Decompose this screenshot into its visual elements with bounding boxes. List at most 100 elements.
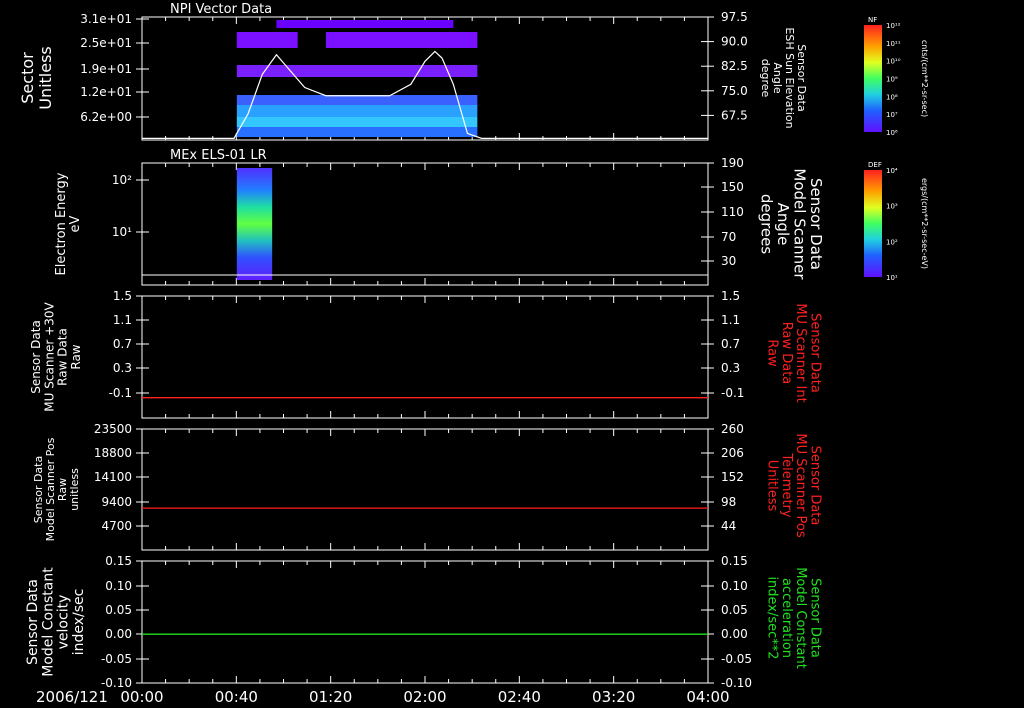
right-axis-label-line: degrees [757,194,775,255]
panel-frame [141,162,709,286]
y-tick-label: 23500 [94,422,132,436]
right-y-tick-label: 1.1 [721,313,740,327]
left-axis-label: Sensor DataModel Scanner PosRawunitless [32,437,81,541]
left-axis-label: Sensor DataMU Scanner +30VRaw DataRaw [29,302,83,412]
colorbar-tick: 10² [886,238,898,246]
panel-5: 0.150.100.050.00-0.05-0.100.150.100.050.… [25,554,823,690]
right-y-tick-label: 260 [721,422,744,436]
right-y-tick-label: 150 [721,180,744,194]
y-tick-label: 2.5e+01 [80,36,132,50]
right-y-tick-label: 110 [721,205,744,219]
right-axis-label-line: acceleration [779,578,794,658]
colorbar-tick: 10³ [886,203,898,211]
left-axis-label-line: Sensor Data [32,456,45,523]
colorbar-nf: NF 10¹² 10¹¹ 10¹⁰ 10⁹ 10⁸ 10⁷ 10⁶ cnts/(cm**2-sr… [864,16,929,137]
right-y-tick-label: 0.7 [721,337,740,351]
left-axis-label-line: Unitless [36,46,55,110]
right-axis-label: Sensor DataESH Sun ElevationAngledegree [759,27,808,128]
colorbar-tick: 10⁸ [886,93,898,101]
y-tick-label: 1.2e+01 [80,85,132,99]
y-tick-label: 14100 [94,470,132,484]
right-axis-label-line: degree [759,59,772,98]
y-tick-label: -0.1 [109,386,132,400]
left-axis-label: Sensor DataModel Constantvelocityindex/s… [25,567,87,677]
right-axis-label-line: Raw [765,339,780,367]
right-axis-label-line: Sensor Data [807,446,822,526]
left-axis-label-line: Sector [18,52,37,104]
left-axis-label-line: unitless [68,468,81,511]
right-y-tick-label: 1.5 [721,289,740,303]
left-axis-label-line: index/sec [71,589,87,656]
right-y-tick-label: 67.5 [721,108,748,122]
colorbar-def: DEF 10⁴ 10³ 10² 10¹ ergs/(cm**2-sr-sec-eV) [864,161,929,282]
y-tick-label: 1.1 [113,313,132,327]
right-y-tick-label: 190 [721,156,744,170]
colorbar-units-line: ergs/(cm**2-sr-sec-eV) [920,178,929,269]
right-axis-label-line: Telemetry [779,452,794,517]
y-tick-label: 0.10 [105,579,132,593]
right-axis-label-line: Unitless [765,460,780,512]
right-y-tick-label: 70 [721,230,736,244]
panel-title: NPI Vector Data [170,2,272,17]
right-axis-label: Sensor DataMU Scanner PosTelemetryUnitle… [765,433,823,538]
right-y-tick-label: 206 [721,446,744,460]
right-axis-label-line: Angle [771,62,784,94]
left-axis-label-line: Raw [69,344,83,369]
y-tick-label: 1.5 [113,289,132,303]
right-y-tick-label: 0.3 [721,361,740,375]
right-y-tick-label: 82.5 [721,59,748,73]
right-y-tick-label: 0.15 [721,554,748,568]
time-tick-label: 00:40 [215,688,258,706]
colorbar-tick: 10⁶ [886,129,898,137]
left-axis-label-line: Sensor Data [29,320,43,394]
time-tick-label: 02:00 [403,688,446,706]
right-y-tick-label: 152 [721,470,744,484]
y-tick-label: 10¹ [112,225,132,239]
date-label: 2006/121 [36,688,108,706]
left-axis-label: Electron EnergyeV [54,172,83,275]
right-axis-label-line: MU Scanner Int [793,303,808,402]
right-axis-label-line: Sensor Data [807,313,822,393]
colorbar-units: cnts/(cm**2-sr-sec) [920,40,929,117]
panel-2: MEx ELS-01 LR 10² 10¹ 190 150 110 70 30 Electron… [54,148,825,286]
heatmap-cell [236,95,478,105]
left-axis-label-line: Model Constant [40,567,56,677]
panel-frame [141,560,709,684]
right-axis-label-line: ESH Sun Elevation [783,27,796,128]
left-axis-label-line: Electron Energy [54,172,69,275]
right-y-tick-label: 0.05 [721,603,748,617]
left-axis-label-line: velocity [56,595,72,650]
right-axis-label: Sensor DataModel Constantaccelerationind… [765,567,823,669]
multi-panel-plot: NPI Vector Data 3.1e+01 2.5e+01 1.9e+01 1.2e… [18,2,929,706]
y-tick-label: 10² [112,173,132,187]
panel-4: 23500 18800 14100 9400 4700 260 206 152 98 44 Sens… [32,422,823,551]
time-tick-label: 03:20 [592,688,635,706]
panel-title: MEx ELS-01 LR [170,148,267,163]
heatmap-gap [297,32,326,48]
right-y-tick-label: -0.1 [721,386,744,400]
colorbar-tick: 10¹¹ [886,40,901,48]
right-y-tick-label: 44 [721,519,736,533]
right-y-tick-label: 90.0 [721,35,748,49]
y-tick-label: 0.15 [105,554,132,568]
right-axis-label: Sensor DataModel ScannerAngledegrees [757,168,825,280]
time-tick-label: 00:00 [120,688,163,706]
colorbar-label: NF [868,16,877,24]
right-axis-label-line: Sensor Data [795,44,808,111]
right-y-tick-label: -0.05 [721,652,752,666]
colorbar-tick: 10¹ [886,274,898,282]
colorbar-label: DEF [868,161,882,169]
left-axis-label-line: Sensor Data [25,579,41,665]
left-axis-label-line: eV [68,215,83,232]
y-tick-label: -0.05 [101,652,132,666]
right-y-tick-label: 0.00 [721,627,748,641]
colorbar-tick: 10¹² [886,22,901,30]
right-axis-label-line: Model Constant [793,567,808,669]
heatmap-cell [236,105,478,117]
time-tick-label: 02:40 [498,688,541,706]
y-tick-label: 9400 [101,495,132,509]
heatmap-cell [236,65,478,77]
panel-3: 1.5 1.1 0.7 0.3 -0.1 1.5 1.1 0.7 0.3 -0.1 Sensor D… [29,289,822,419]
right-axis-label-line: MU Scanner Pos [793,433,808,538]
left-axis-label-line: MU Scanner +30V [42,302,56,412]
